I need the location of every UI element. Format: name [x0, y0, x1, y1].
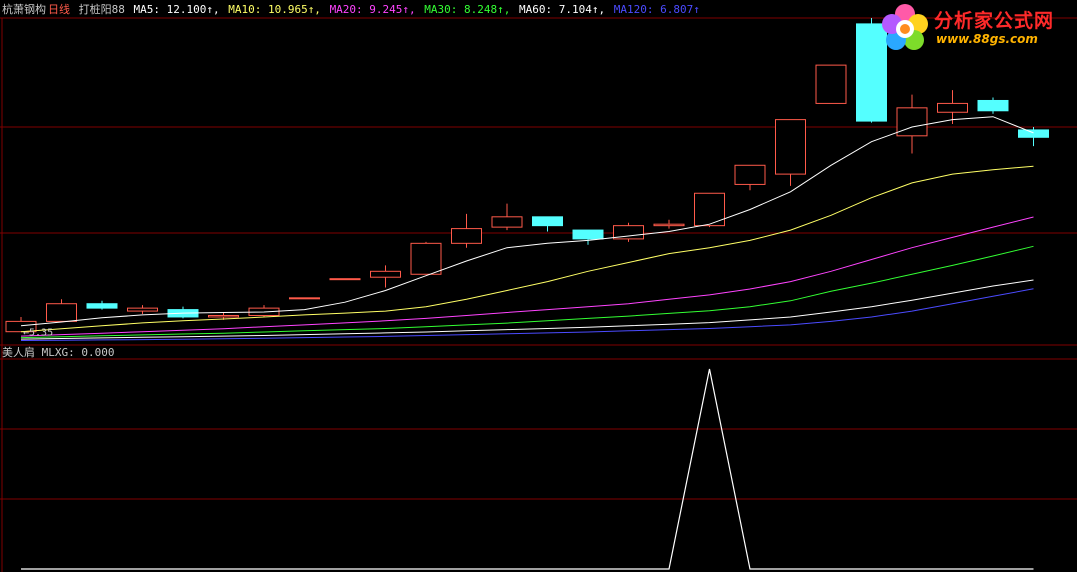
- ma20-line: [20, 216, 1034, 337]
- indicator-name: 打桩阳88: [78, 3, 125, 16]
- ma5-line: [20, 116, 1034, 327]
- ma120-readout: MA120: 6.807↑: [613, 3, 700, 16]
- ma10-readout: MA10: 10.965↑,: [228, 3, 321, 16]
- candle-body: [1018, 129, 1049, 138]
- period-label: 日线: [48, 3, 70, 16]
- mlxg-readout: MLXG: 0.000: [41, 346, 115, 359]
- candle-body: [653, 223, 685, 227]
- ma10-line: [20, 165, 1034, 333]
- candle-body: [491, 216, 523, 228]
- candle-body: [46, 303, 77, 322]
- ma60-readout: MA60: 7.104↑,: [519, 3, 606, 16]
- ma30-line: [20, 245, 1034, 339]
- candle-body: [410, 242, 442, 275]
- candle-body: [329, 278, 361, 281]
- logo-title: 分析家公式网: [934, 10, 1055, 32]
- mlxg-line: [21, 368, 1034, 570]
- flower-logo-icon: [882, 4, 928, 50]
- ma5-readout: MA5: 12.100↑,: [133, 3, 220, 16]
- candle-body: [451, 228, 482, 244]
- low-price-marker: ←5.35: [23, 328, 53, 339]
- candle-body: [370, 270, 401, 278]
- candle-body: [734, 164, 766, 185]
- candle-body: [127, 307, 158, 312]
- chart-stage: ←5.35 杭萧钢构 日线 打桩阳88 MA5: 12.100↑, MA10: 1…: [0, 0, 1077, 572]
- candle-body: [86, 303, 118, 309]
- candle-body: [977, 99, 1009, 112]
- ma20-readout: MA20: 9.245↑,: [329, 3, 416, 16]
- sub-indicator-name: 美人肩: [2, 346, 35, 359]
- candle-body: [937, 102, 968, 113]
- stock-name: 杭萧钢构: [2, 3, 46, 16]
- candle-body: [572, 229, 604, 240]
- sub-header: 美人肩 MLXG: 0.000: [2, 346, 114, 360]
- candle-body: [815, 64, 847, 104]
- ma30-readout: MA30: 8.248↑,: [424, 3, 511, 16]
- main-header: 杭萧钢构 日线 打桩阳88 MA5: 12.100↑, MA10: 10.965↑…: [2, 3, 702, 17]
- candle-body: [775, 119, 806, 175]
- candle-body: [289, 297, 320, 300]
- candle-body: [208, 314, 239, 318]
- logo-url: www.88gs.com: [936, 32, 1038, 46]
- candle-body: [532, 216, 563, 227]
- site-logo: 分析家公式网 www.88gs.com: [878, 2, 1074, 54]
- candle-body: [896, 107, 928, 137]
- chart-svg[interactable]: ←5.35: [0, 0, 1077, 572]
